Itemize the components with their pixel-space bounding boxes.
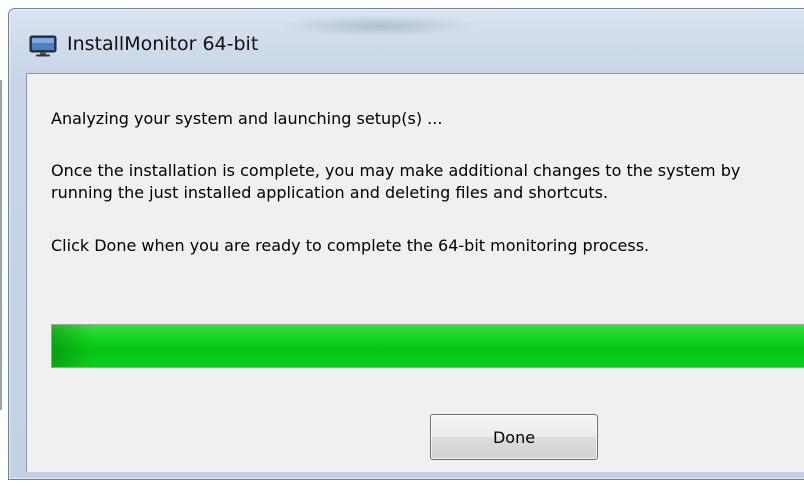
- status-text: Analyzing your system and launching setu…: [51, 109, 443, 128]
- progress-bar: [51, 324, 804, 368]
- desktop-edge: [0, 80, 2, 410]
- installmonitor-dialog: InstallMonitor 64-bit Analyzing your sys…: [8, 8, 804, 480]
- dialog-content: Analyzing your system and launching setu…: [26, 73, 804, 472]
- window-title: InstallMonitor 64-bit: [67, 33, 259, 55]
- info-text-line-1: Once the installation is complete, you m…: [51, 161, 741, 180]
- info-text-line-2: running the just installed application a…: [51, 183, 609, 202]
- progress-bar-fill: [52, 325, 804, 367]
- title-bar[interactable]: InstallMonitor 64-bit: [9, 9, 804, 73]
- done-button[interactable]: Done: [430, 414, 598, 460]
- title-bar-glass: [279, 15, 479, 37]
- instruction-text: Click Done when you are ready to complet…: [51, 236, 650, 255]
- screen: InstallMonitor 64-bit Analyzing your sys…: [0, 0, 804, 486]
- monitor-icon: [29, 35, 57, 57]
